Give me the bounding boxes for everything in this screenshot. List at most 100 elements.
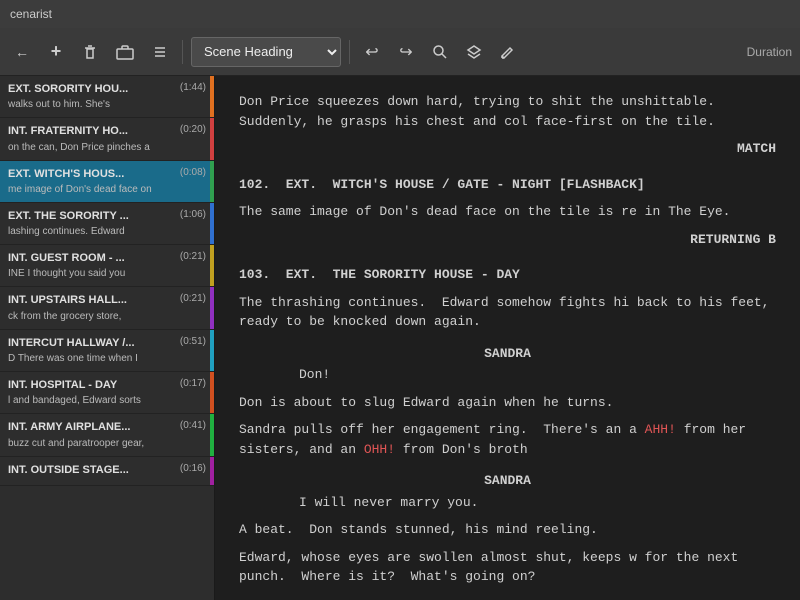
sidebar-item-title-2: EXT. WITCH'S HOUS... xyxy=(8,167,176,181)
character-sandra-1: SANDRA xyxy=(239,344,776,364)
action-line-5: Sandra pulls off her engagement ring. Th… xyxy=(239,420,776,459)
sidebar-item-preview-5: ck from the grocery store, xyxy=(8,310,206,323)
title-bar: cenarist xyxy=(0,0,800,28)
sidebar-item-duration-3: (1:06) xyxy=(180,209,206,220)
redo-button[interactable]: ↪ xyxy=(392,37,420,67)
returning-back: RETURNING B xyxy=(239,230,776,250)
sidebar-item-title-3: EXT. THE SORORITY ... xyxy=(8,209,176,223)
sidebar-item-title-9: INT. OUTSIDE STAGE... xyxy=(8,463,176,477)
sidebar-item-8[interactable]: INT. ARMY AIRPLANE... (0:41) buzz cut and … xyxy=(0,414,214,456)
main-area: EXT. SORORITY HOU...(1:44) walks out to h… xyxy=(0,76,800,600)
sidebar-item-duration-4: (0:21) xyxy=(180,251,206,262)
app-title: cenarist xyxy=(10,7,52,21)
sidebar-item-duration-5: (0:21) xyxy=(180,293,206,304)
sidebar-item-5[interactable]: INT. UPSTAIRS HALL... (0:21) ck from the g… xyxy=(0,287,214,329)
briefcase-button[interactable] xyxy=(110,37,140,67)
sidebar[interactable]: EXT. SORORITY HOU...(1:44) walks out to h… xyxy=(0,76,215,600)
layers-icon xyxy=(466,44,482,60)
sidebar-item-preview-2: me image of Don's dead face on xyxy=(8,183,206,196)
sidebar-color-bar-1 xyxy=(210,118,214,159)
sidebar-color-bar-0 xyxy=(210,76,214,117)
script-content: Don Price squeezes down hard, trying to … xyxy=(239,92,776,600)
separator-1 xyxy=(182,40,183,64)
match-cut-1: MATCH xyxy=(239,139,776,159)
red-text-ahh: AHH! xyxy=(645,422,676,437)
sidebar-item-duration-2: (0:08) xyxy=(180,167,206,178)
edit-icon xyxy=(500,44,516,60)
duration-label: Duration xyxy=(747,45,792,59)
sidebar-item-7[interactable]: INT. HOSPITAL - DAY (0:17) l and bandaged,… xyxy=(0,372,214,414)
edit-button[interactable] xyxy=(494,37,522,67)
action-line-2: The same image of Don's dead face on the… xyxy=(239,202,776,222)
sidebar-item-preview-1: on the can, Don Price pinches a xyxy=(8,141,206,154)
script-area[interactable]: Don Price squeezes down hard, trying to … xyxy=(215,76,800,600)
sidebar-item-duration-6: (0:51) xyxy=(180,336,206,347)
sidebar-item-title-1: INT. FRATERNITY HO... xyxy=(8,124,176,138)
sidebar-item-header-4: INT. GUEST ROOM - ... (0:21) xyxy=(8,251,206,265)
sidebar-item-preview-4: INE I thought you said you xyxy=(8,267,206,280)
sidebar-item-0[interactable]: EXT. SORORITY HOU...(1:44) walks out to h… xyxy=(0,76,214,118)
delete-button[interactable] xyxy=(76,37,104,67)
sidebar-item-duration-9: (0:16) xyxy=(180,463,206,474)
red-text-ohh: OHH! xyxy=(364,442,395,457)
sidebar-item-header-5: INT. UPSTAIRS HALL... (0:21) xyxy=(8,293,206,307)
toolbar: ← + Scene Heading Action Character Dialo… xyxy=(0,28,800,76)
sidebar-item-header-6: INTERCUT HALLWAY /... (0:51) xyxy=(8,336,206,350)
sidebar-item-preview-8: buzz cut and paratrooper gear, xyxy=(8,437,206,450)
sidebar-item-duration-7: (0:17) xyxy=(180,378,206,389)
sidebar-item-header-3: EXT. THE SORORITY ... (1:06) xyxy=(8,209,206,223)
sidebar-item-preview-7: l and bandaged, Edward sorts xyxy=(8,394,206,407)
scene-header-102: 102. EXT. WITCH'S HOUSE / GATE - NIGHT [… xyxy=(239,175,776,195)
list-icon xyxy=(152,44,168,60)
scene-heading-select[interactable]: Scene Heading Action Character Dialogue … xyxy=(191,37,341,67)
dialogue-never-marry: I will never marry you. xyxy=(299,493,716,513)
sidebar-color-bar-6 xyxy=(210,330,214,371)
layers-button[interactable] xyxy=(460,37,488,67)
sidebar-color-bar-5 xyxy=(210,287,214,328)
sidebar-color-bar-4 xyxy=(210,245,214,286)
sidebar-item-9[interactable]: INT. OUTSIDE STAGE... (0:16) xyxy=(0,457,214,486)
sidebar-item-title-7: INT. HOSPITAL - DAY xyxy=(8,378,176,392)
sidebar-item-header-2: EXT. WITCH'S HOUS... (0:08) xyxy=(8,167,206,181)
list-button[interactable] xyxy=(146,37,174,67)
action-line-6: A beat. Don stands stunned, his mind ree… xyxy=(239,520,776,540)
sidebar-item-1[interactable]: INT. FRATERNITY HO... (0:20) on the can, D… xyxy=(0,118,214,160)
add-button[interactable]: + xyxy=(42,37,70,67)
sidebar-color-bar-7 xyxy=(210,372,214,413)
action-line-1: Don Price squeezes down hard, trying to … xyxy=(239,92,776,131)
sidebar-item-duration-8: (0:41) xyxy=(180,420,206,431)
sidebar-item-4[interactable]: INT. GUEST ROOM - ... (0:21) INE I thought… xyxy=(0,245,214,287)
sidebar-item-title-8: INT. ARMY AIRPLANE... xyxy=(8,420,176,434)
sidebar-color-bar-3 xyxy=(210,203,214,244)
sidebar-item-header-7: INT. HOSPITAL - DAY (0:17) xyxy=(8,378,206,392)
sidebar-item-header-0: EXT. SORORITY HOU...(1:44) xyxy=(8,82,206,96)
back-button[interactable]: ← xyxy=(8,37,36,67)
sidebar-item-3[interactable]: EXT. THE SORORITY ... (1:06) lashing conti… xyxy=(0,203,214,245)
search-button[interactable] xyxy=(426,37,454,67)
sidebar-item-preview-6: D There was one time when I xyxy=(8,352,206,365)
scene-header-103: 103. EXT. THE SORORITY HOUSE - DAY xyxy=(239,265,776,285)
sidebar-item-preview-0: walks out to him. She's xyxy=(8,98,206,111)
sidebar-item-title-4: INT. GUEST ROOM - ... xyxy=(8,251,176,265)
sidebar-item-6[interactable]: INTERCUT HALLWAY /... (0:51) D There was o… xyxy=(0,330,214,372)
character-sandra-2: SANDRA xyxy=(239,471,776,491)
sidebar-item-title-6: INTERCUT HALLWAY /... xyxy=(8,336,176,350)
sidebar-item-header-9: INT. OUTSIDE STAGE... (0:16) xyxy=(8,463,206,477)
action-line-7: Edward, whose eyes are swollen almost sh… xyxy=(239,548,776,587)
sidebar-item-duration-1: (0:20) xyxy=(180,124,206,135)
sidebar-color-bar-8 xyxy=(210,414,214,455)
action-line-4: Don is about to slug Edward again when h… xyxy=(239,393,776,413)
sidebar-color-bar-9 xyxy=(210,457,214,485)
sidebar-item-title-5: INT. UPSTAIRS HALL... xyxy=(8,293,176,307)
sidebar-color-bar-2 xyxy=(210,161,214,202)
trash-icon xyxy=(82,44,98,60)
separator-2 xyxy=(349,40,350,64)
sidebar-item-2[interactable]: EXT. WITCH'S HOUS... (0:08) me image of Do… xyxy=(0,161,214,203)
undo-button[interactable]: ↩ xyxy=(358,37,386,67)
sidebar-item-duration-0: (1:44) xyxy=(180,82,206,93)
search-icon xyxy=(432,44,448,60)
action-line-3: The thrashing continues. Edward somehow … xyxy=(239,293,776,332)
dialogue-don-1: Don! xyxy=(299,365,716,385)
sidebar-item-header-8: INT. ARMY AIRPLANE... (0:41) xyxy=(8,420,206,434)
sidebar-item-preview-3: lashing continues. Edward xyxy=(8,225,206,238)
